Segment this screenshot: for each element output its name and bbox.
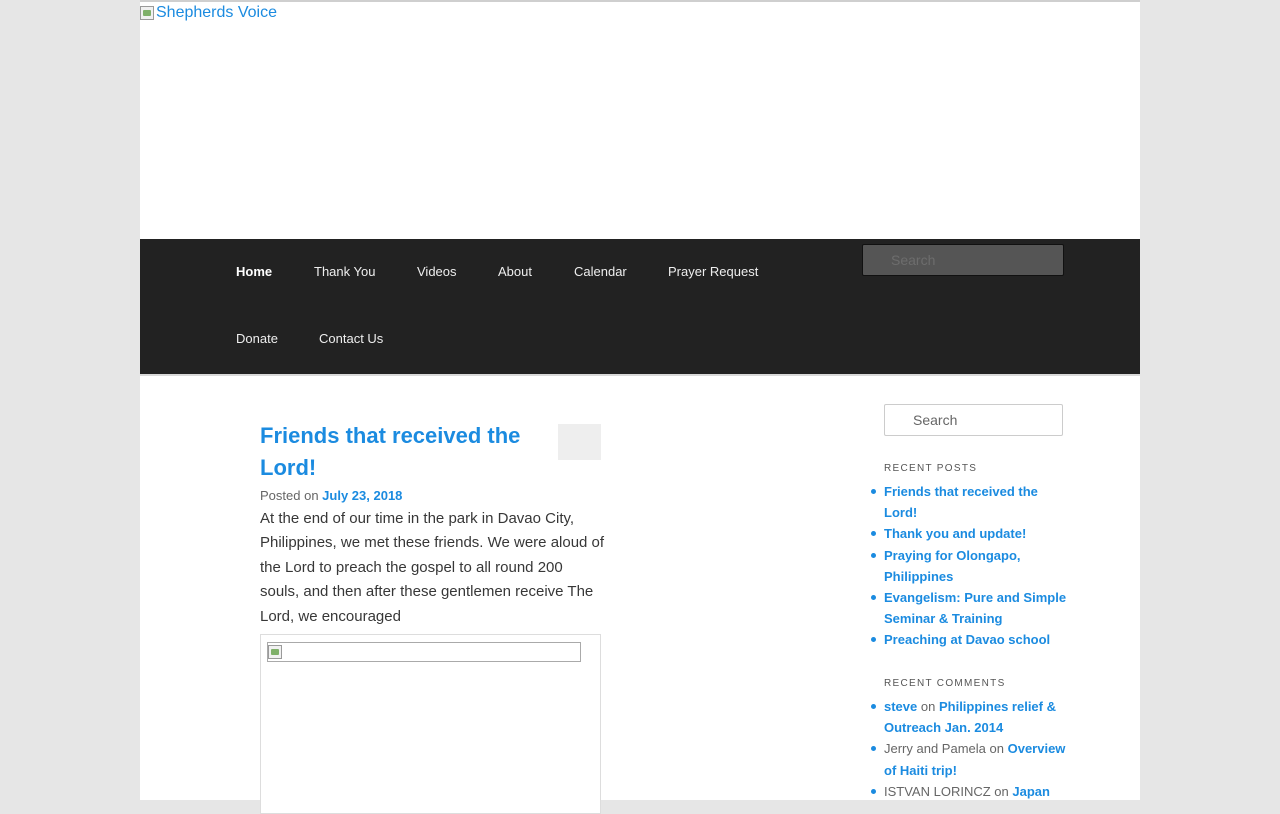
comment-on-label: on xyxy=(994,783,1009,799)
comment-post-link[interactable]: Japan xyxy=(1012,784,1050,799)
post-image-placeholder xyxy=(267,642,581,662)
recent-post-link[interactable]: Praying for Olongapo, Philippines xyxy=(884,548,1021,584)
list-item: Friends that received the Lord! xyxy=(871,481,1069,523)
list-item: steve on Philippines relief & Outreach J… xyxy=(871,696,1069,738)
sidebar-search-input[interactable] xyxy=(884,404,1063,436)
top-rule xyxy=(140,0,1140,2)
comment-on-label: on xyxy=(920,699,936,714)
posted-on-label: Posted on xyxy=(260,488,319,503)
nav-item-home[interactable]: Home xyxy=(236,264,272,279)
nav-item-calendar[interactable]: Calendar xyxy=(574,264,627,279)
site-logo-link[interactable]: Shepherds Voice xyxy=(140,3,277,23)
comment-author: ISTVAN LORINCZ xyxy=(884,783,991,799)
comment-author-link[interactable]: steve xyxy=(884,699,917,714)
post-title[interactable]: Friends that received the Lord! xyxy=(260,420,530,484)
recent-post-link[interactable]: Friends that received the Lord! xyxy=(884,484,1038,520)
post-excerpt: At the end of our time in the park in Da… xyxy=(260,510,605,625)
recent-post-link[interactable]: Preaching at Davao school xyxy=(884,632,1050,647)
post-date-link[interactable]: July 23, 2018 xyxy=(322,488,402,503)
comment-author: Jerry and Pamela xyxy=(884,741,986,757)
list-item: Evangelism: Pure and Simple Seminar & Tr… xyxy=(871,587,1069,629)
site-logo-alt-text: Shepherds Voice xyxy=(156,4,277,21)
comments-link-bubble[interactable] xyxy=(558,424,601,460)
nav-item-prayer-request[interactable]: Prayer Request xyxy=(668,264,758,279)
nav-item-contact-us[interactable]: Contact Us xyxy=(319,331,383,346)
main-navigation: Home Thank You Videos About Calendar Pra… xyxy=(140,239,1140,376)
broken-image-icon xyxy=(140,6,154,20)
comment-on-label: on xyxy=(989,741,1004,757)
post-image-frame xyxy=(260,634,601,814)
broken-image-icon xyxy=(268,645,282,659)
list-item: ISTVAN LORINCZ on Japan xyxy=(871,781,1069,802)
list-item: Jerry and Pamela on Overview of Haiti tr… xyxy=(871,738,1069,780)
nav-item-videos[interactable]: Videos xyxy=(417,264,457,279)
page: Shepherds Voice Home Thank You Videos Ab… xyxy=(140,0,1140,814)
post-title-link[interactable]: Friends that received the Lord! xyxy=(260,423,520,480)
nav-search-input[interactable] xyxy=(862,244,1064,276)
recent-post-link[interactable]: Thank you and update! xyxy=(884,526,1026,541)
recent-comments-title: RECENT COMMENTS xyxy=(884,678,1006,689)
nav-item-donate[interactable]: Donate xyxy=(236,331,278,346)
nav-item-about[interactable]: About xyxy=(498,264,532,279)
list-item: Preaching at Davao school xyxy=(871,629,1069,650)
post-meta: Posted on July 23, 2018 xyxy=(260,488,402,503)
recent-comments-list: steve on Philippines relief & Outreach J… xyxy=(871,696,1069,802)
list-item: Praying for Olongapo, Philippines xyxy=(871,545,1069,587)
recent-post-link[interactable]: Evangelism: Pure and Simple Seminar & Tr… xyxy=(884,590,1066,626)
recent-posts-title: RECENT POSTS xyxy=(884,463,978,474)
recent-posts-list: Friends that received the Lord! Thank yo… xyxy=(871,481,1069,651)
list-item: Thank you and update! xyxy=(871,523,1069,544)
nav-item-thank-you[interactable]: Thank You xyxy=(314,264,375,279)
